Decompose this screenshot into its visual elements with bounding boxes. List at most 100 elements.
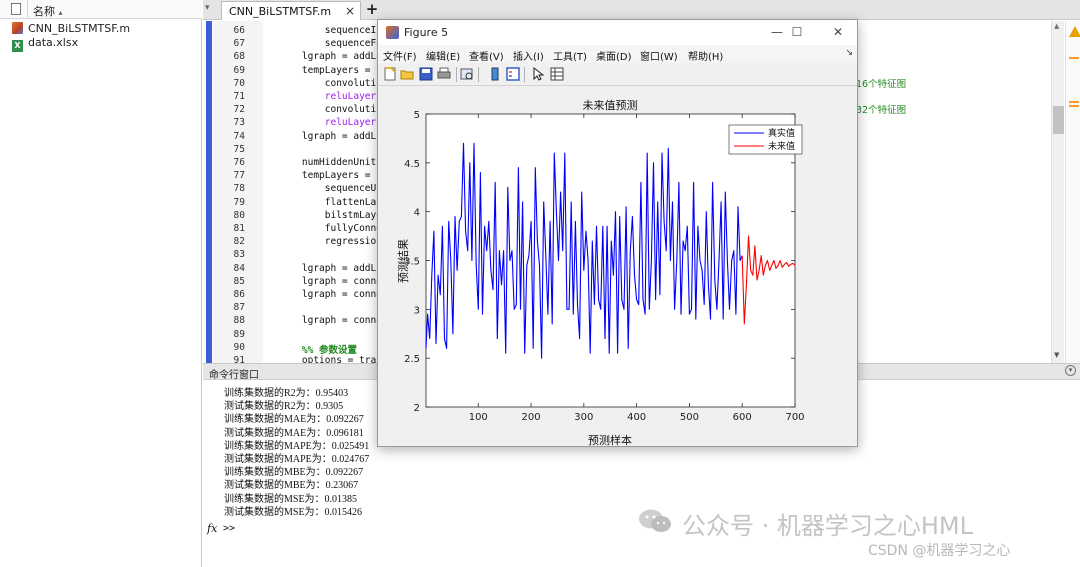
y-tick-label: 3 xyxy=(414,305,420,316)
legend-icon[interactable] xyxy=(506,67,520,81)
matlab-file-icon xyxy=(12,22,23,34)
code-analyzer-strip xyxy=(1065,21,1080,363)
colorbar-icon[interactable] xyxy=(488,67,502,81)
line-number: 67 xyxy=(233,38,245,50)
x-tick-label: 400 xyxy=(627,412,646,423)
excel-file-icon: X xyxy=(12,40,23,52)
warning-marker[interactable] xyxy=(1069,101,1079,103)
warning-marker[interactable] xyxy=(1069,105,1079,107)
scrollbar-thumb[interactable] xyxy=(1053,106,1064,134)
line-number: 66 xyxy=(233,25,245,36)
line-number: 85 xyxy=(233,275,245,287)
y-tick-label: 4 xyxy=(414,208,420,219)
x-axis-label: 预测样本 xyxy=(588,433,632,446)
line-number-gutter: 66 67 68 69 70 71 72 73 74 75 76 77 78 79 80 81 82 83 84 85… xyxy=(213,21,263,366)
print-icon[interactable] xyxy=(437,67,451,81)
pointer-icon[interactable] xyxy=(531,67,545,81)
line-number: 88 xyxy=(233,315,245,327)
close-button[interactable]: ✕ xyxy=(823,23,853,41)
matlab-logo-icon xyxy=(386,26,399,39)
function-browser-icon[interactable]: fx xyxy=(207,522,217,535)
menu-view[interactable]: 查看(V) xyxy=(469,48,504,63)
command-prompt[interactable]: >> xyxy=(223,523,235,534)
legend-label-future: 未来值 xyxy=(768,140,795,152)
tab-close-icon[interactable]: × xyxy=(345,4,355,18)
line-number: 68 xyxy=(233,51,245,63)
open-file-icon[interactable] xyxy=(400,67,414,81)
line-number: 90 xyxy=(233,341,245,353)
tab-cnn-bilstmtsf[interactable]: CNN_BiLSTMTSF.m × xyxy=(221,1,361,20)
line-number: 89 xyxy=(233,328,245,340)
toolbar-separator xyxy=(524,67,525,82)
figure-canvas[interactable]: 100 200 300 400 500 600 700 2 2.5 3 3.5 4 4.5 5 未来值预测… xyxy=(378,87,857,446)
property-inspector-icon[interactable] xyxy=(550,67,564,81)
code-line[interactable]: tempLayers = [ xyxy=(279,170,382,183)
legend-label-actual: 真实值 xyxy=(768,127,795,139)
x-tick-label: 100 xyxy=(469,412,488,423)
watermark-text: 公众号 · 机器学习之心HML xyxy=(682,512,974,540)
scroll-down-icon[interactable]: ▼ xyxy=(1054,351,1059,359)
toolbar-separator xyxy=(478,67,479,82)
add-tab-button[interactable]: + xyxy=(363,1,381,19)
editor-scrollbar[interactable]: ▲ ▼ xyxy=(1051,21,1064,363)
line-number: 72 xyxy=(233,104,245,116)
line-number: 74 xyxy=(233,130,245,142)
file-item-cnn-bilstmtsf[interactable]: CNN_BiLSTMTSF.m xyxy=(12,22,130,36)
file-type-icon xyxy=(11,3,21,15)
maximize-button[interactable]: ☐ xyxy=(782,23,812,41)
menu-edit[interactable]: 编辑(E) xyxy=(426,48,460,63)
tab-label: CNN_BiLSTMTSF.m xyxy=(229,5,332,18)
command-output-line: 测试集数据的MSE为：0.015426 xyxy=(224,506,363,518)
scroll-up-icon[interactable]: ▲ xyxy=(1054,22,1059,30)
chart-title: 未来值预测 xyxy=(583,99,638,112)
figure-title-bar[interactable]: Figure 5 — ☐ ✕ xyxy=(378,20,857,45)
code-line[interactable]: %% 参数设置 xyxy=(279,342,357,356)
x-tick-label: 200 xyxy=(522,412,541,423)
line-number: 69 xyxy=(233,64,245,76)
line-number: 77 xyxy=(233,170,245,182)
y-axis-label: 预测结果 xyxy=(397,239,410,283)
desktop: 名称 ▴ CNN_BiLSTMTSF.m Xdata.xlsx ▾ CNN_Bi… xyxy=(0,0,1080,567)
line-number: 80 xyxy=(233,209,245,221)
plot-svg[interactable]: 100 200 300 400 500 600 70022.533.544.55 未来值预测… xyxy=(378,87,857,446)
figure-menu-bar: 文件(F) 编辑(E) 查看(V) 插入(I) 工具(T) 桌面(D) 窗口(W… xyxy=(378,45,857,63)
line-number: 83 xyxy=(233,249,245,261)
sort-ascending-icon: ▴ xyxy=(58,8,63,17)
menu-file[interactable]: 文件(F) xyxy=(383,48,417,63)
y-tick-label: 5 xyxy=(414,110,420,121)
file-name: CNN_BiLSTMTSF.m xyxy=(28,22,131,35)
figure-toolbar xyxy=(378,63,857,86)
file-name: data.xlsx xyxy=(28,36,79,49)
save-icon[interactable] xyxy=(419,67,433,81)
menu-overflow-icon[interactable]: ↘ xyxy=(845,48,853,58)
line-number: 81 xyxy=(233,223,245,234)
warning-icon[interactable] xyxy=(1069,26,1080,37)
menu-tools[interactable]: 工具(T) xyxy=(553,48,587,63)
line-number: 79 xyxy=(233,196,245,208)
column-header-name[interactable]: 名称 ▴ xyxy=(33,3,63,19)
menu-insert[interactable]: 插入(I) xyxy=(513,48,544,63)
figure-window: Figure 5 — ☐ ✕ 文件(F) 编辑(E) 查看(V) 插入(I) 工… xyxy=(377,19,858,447)
file-browser-panel: 名称 ▴ CNN_BiLSTMTSF.m Xdata.xlsx xyxy=(0,0,202,567)
menu-window[interactable]: 窗口(W) xyxy=(640,48,678,63)
file-browser-header[interactable]: 名称 ▴ xyxy=(0,0,202,19)
line-number: 84 xyxy=(233,262,245,274)
column-divider xyxy=(27,0,28,19)
link-plot-icon[interactable] xyxy=(460,67,474,81)
code-line[interactable]: tempLayers = [ xyxy=(279,65,382,78)
tab-menu-chevron-icon[interactable]: ▾ xyxy=(205,3,217,17)
code-comment: 16个特征图 xyxy=(856,79,907,90)
legend[interactable]: 真实值 未来值 xyxy=(728,124,803,155)
new-figure-icon[interactable] xyxy=(383,67,397,81)
editor-tab-bar: ▾ CNN_BiLSTMTSF.m × + xyxy=(203,0,1080,20)
options-chevron-icon[interactable]: ▾ xyxy=(1065,365,1076,376)
warning-marker[interactable] xyxy=(1069,57,1079,59)
x-tick-label: 700 xyxy=(785,412,804,423)
menu-desktop[interactable]: 桌面(D) xyxy=(596,48,632,63)
file-item-data-xlsx[interactable]: Xdata.xlsx xyxy=(12,36,79,52)
change-indicator-bar xyxy=(206,21,212,363)
menu-help[interactable]: 帮助(H) xyxy=(688,48,723,63)
y-tick-label: 2 xyxy=(414,403,420,414)
x-tick-label: 500 xyxy=(680,412,699,423)
y-tick-label: 4.5 xyxy=(404,159,420,170)
